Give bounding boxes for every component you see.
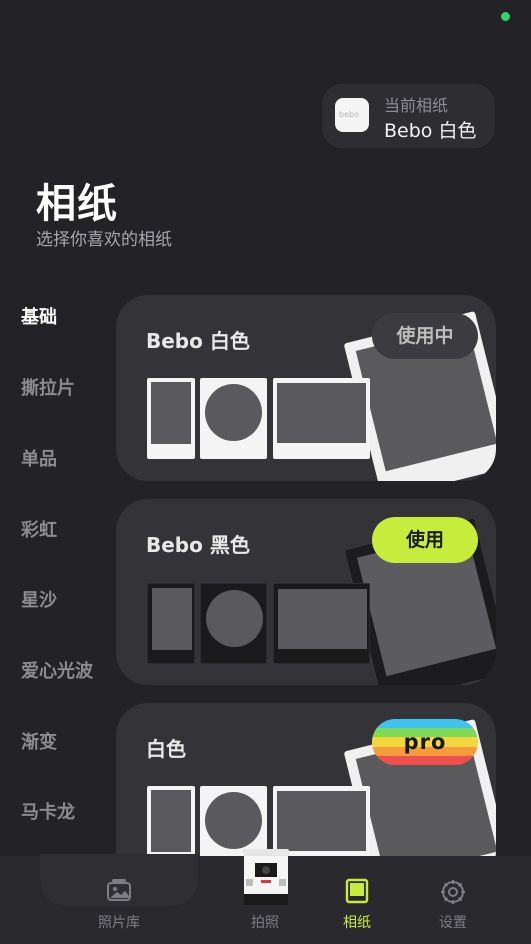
page-title: 相纸 [36, 181, 118, 227]
tab-label: 设置 [439, 915, 467, 931]
category-item-rainbow[interactable]: 彩虹 [21, 516, 57, 542]
tab-label: 照片库 [98, 915, 140, 931]
page-subtitle: 选择你喜欢的相纸 [36, 230, 172, 250]
current-paper-thumbnail-text: bebo [339, 110, 359, 119]
category-item-macaron[interactable]: 马卡龙 [21, 798, 75, 824]
in-use-button[interactable]: 使用中 [372, 313, 478, 359]
current-paper-value: Bebo 白色 [384, 120, 477, 142]
status-indicator-dot [501, 12, 510, 21]
paper-card-title: 白色 [146, 737, 186, 761]
tab-label: 相纸 [343, 915, 371, 931]
pro-label: pro [403, 730, 447, 754]
paper-preview-mini-portrait [147, 378, 195, 459]
use-button[interactable]: 使用 [372, 517, 478, 563]
camera-icon[interactable] [242, 849, 290, 907]
paper-preview-mini-wide [273, 583, 370, 664]
paper-card-bebo-black[interactable]: Bebo 黑色 使用 [116, 499, 496, 685]
category-item-basic[interactable]: 基础 [21, 303, 57, 329]
paper-card-title: Bebo 白色 [146, 329, 250, 353]
tab-label: 拍照 [251, 915, 279, 931]
category-item-gradient[interactable]: 渐变 [21, 728, 57, 754]
current-paper-thumbnail: bebo [335, 98, 369, 132]
category-item-stardust[interactable]: 星沙 [21, 586, 57, 612]
paper-card-title: Bebo 黑色 [146, 533, 250, 557]
paper-icon [345, 878, 369, 908]
tab-gallery[interactable]: 照片库 [69, 856, 169, 944]
paper-preview-mini-square [200, 378, 267, 459]
pro-button[interactable]: pro [372, 719, 478, 765]
paper-preview-mini-portrait [147, 583, 195, 664]
tab-paper[interactable]: 相纸 [307, 856, 407, 944]
current-paper-label: 当前相纸 [384, 96, 449, 115]
paper-card-bebo-white[interactable]: Bebo 白色 使用中 [116, 295, 496, 481]
category-item-heart-wave[interactable]: 爱心光波 [21, 657, 93, 683]
category-item-single[interactable]: 单品 [21, 445, 57, 471]
paper-preview-mini-wide [273, 378, 370, 459]
gallery-icon [106, 878, 132, 906]
paper-preview-mini-square [200, 583, 267, 664]
current-paper-chip[interactable]: bebo 当前相纸 Bebo 白色 [322, 84, 495, 148]
settings-icon [439, 878, 467, 910]
category-item-peel-apart[interactable]: 撕拉片 [21, 374, 75, 400]
tab-settings[interactable]: 设置 [403, 856, 503, 944]
